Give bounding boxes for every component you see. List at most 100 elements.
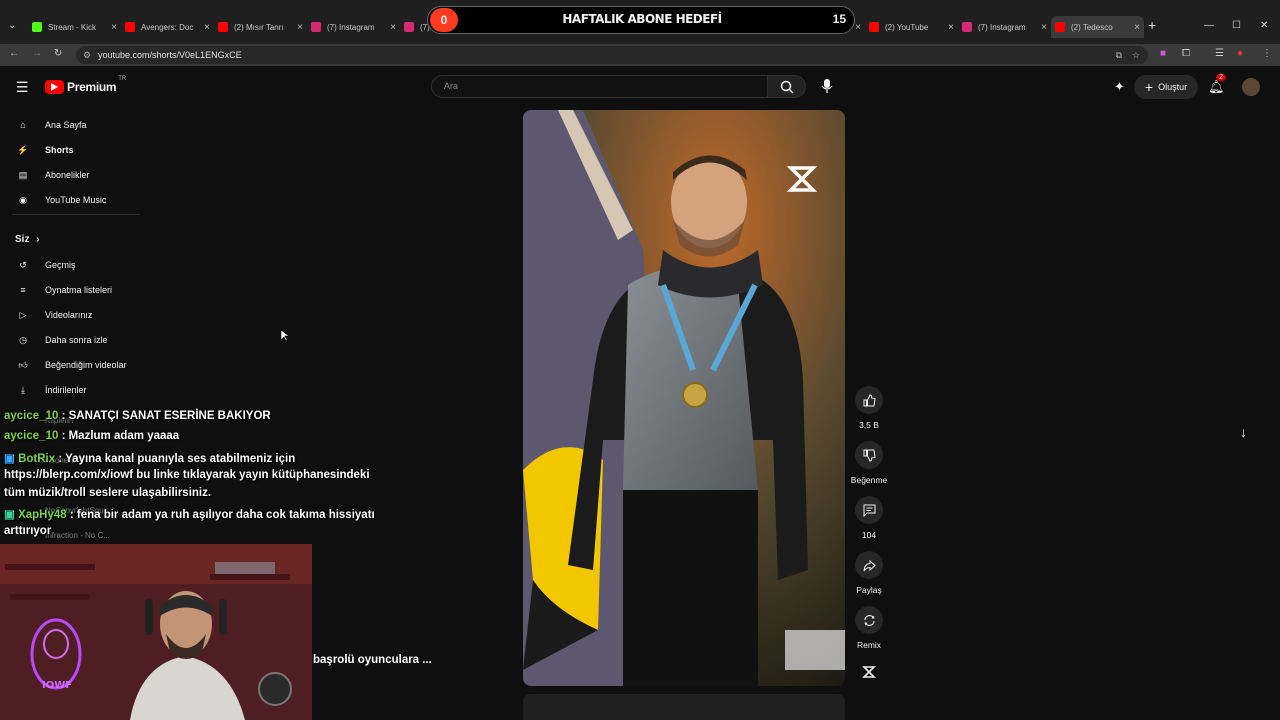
tab-favicon-icon bbox=[1055, 22, 1065, 32]
gemini-sparkle-icon[interactable]: ✦ bbox=[1114, 79, 1125, 95]
sidebar-item[interactable]: ▤ Abonelikler bbox=[0, 163, 140, 187]
sidebar-item-label: Videolarınız bbox=[45, 310, 93, 320]
tab-favicon-icon bbox=[404, 22, 414, 32]
voice-search-button[interactable] bbox=[820, 78, 834, 99]
tab-close-icon[interactable]: × bbox=[390, 22, 396, 33]
remix-button[interactable]: Remix bbox=[846, 606, 892, 650]
video-frame bbox=[523, 110, 845, 686]
url-text: youtube.com/shorts/V0eL1ENGxCE bbox=[98, 50, 242, 60]
browser-menu-icon[interactable]: ⋮ bbox=[1262, 48, 1272, 59]
extension-icon[interactable]: ■ bbox=[1160, 48, 1166, 59]
comments-button[interactable]: 104 bbox=[846, 496, 892, 540]
create-button[interactable]: + Oluştur bbox=[1134, 75, 1198, 99]
tab-favicon-icon bbox=[32, 22, 42, 32]
tab-favicon-icon bbox=[962, 22, 972, 32]
shorts-video-player[interactable] bbox=[523, 110, 845, 686]
chat-message: ▣ BotRix : Yayına kanal puanıyla ses ata… bbox=[4, 451, 295, 465]
tab-favicon-icon bbox=[311, 22, 321, 32]
avatar[interactable] bbox=[1242, 78, 1260, 96]
tab-label: (7) Instagram bbox=[327, 22, 375, 32]
sidebar-divider bbox=[12, 214, 140, 215]
tab-close-icon[interactable]: × bbox=[1134, 22, 1140, 33]
tab-close-icon[interactable]: × bbox=[297, 22, 303, 33]
sidebar-item[interactable]: ⌂ Ana Sayfa bbox=[0, 113, 140, 137]
youtube-logo[interactable]: Premium TR bbox=[45, 76, 126, 94]
tab-close-icon[interactable]: × bbox=[111, 22, 117, 33]
sidebar-item[interactable]: 👍︎ Beğendiğim videolar bbox=[0, 353, 140, 377]
browser-tab[interactable]: (2) YouTube × bbox=[865, 16, 958, 38]
sidebar-item[interactable]: ◉ YouTube Music bbox=[0, 188, 140, 212]
maximize-button[interactable]: ☐ bbox=[1232, 20, 1241, 31]
close-window-button[interactable]: ✕ bbox=[1260, 20, 1268, 31]
minimize-button[interactable]: — bbox=[1204, 20, 1214, 31]
browser-tab[interactable]: (2) Mısır Tanrı × bbox=[214, 16, 307, 38]
install-app-icon[interactable]: ⧉ bbox=[1116, 46, 1122, 64]
extensions-puzzle-icon[interactable]: ⧠ bbox=[1182, 48, 1190, 59]
next-video-arrow-icon[interactable]: ↓ bbox=[1240, 424, 1247, 440]
tab-close-icon[interactable]: × bbox=[1041, 22, 1047, 33]
tab-favicon-icon bbox=[869, 22, 879, 32]
address-bar[interactable]: ⚙ youtube.com/shorts/V0eL1ENGxCE ⧉ ☆ bbox=[76, 46, 1148, 64]
webcam-frame: IOWF bbox=[0, 544, 312, 720]
playlists-icon: ≡ bbox=[20, 285, 26, 295]
forward-icon[interactable]: → bbox=[32, 48, 42, 59]
new-tab-button[interactable]: + bbox=[1148, 17, 1156, 33]
site-info-icon[interactable]: ⚙ bbox=[83, 46, 91, 64]
like-button[interactable]: 3,5 B bbox=[846, 386, 892, 430]
sidebar-item[interactable]: ≡ Oynatma listeleri bbox=[0, 278, 140, 302]
reload-icon[interactable]: ↻ bbox=[54, 48, 62, 59]
sidebar-item[interactable]: ◷ Daha sonra izle bbox=[0, 328, 140, 352]
tab-label: Stream - Kick bbox=[48, 22, 97, 32]
search-icon bbox=[780, 80, 794, 94]
chat-text: : SANATÇI SANAT ESERİNE BAKIYOR bbox=[58, 410, 271, 422]
tab-close-icon[interactable]: × bbox=[948, 22, 954, 33]
sidebar-item[interactable]: ⚡ Shorts bbox=[0, 138, 140, 162]
you-section-header[interactable]: Siz › bbox=[15, 234, 40, 245]
dislike-button[interactable]: Beğenme bbox=[846, 441, 892, 485]
sidebar-item[interactable]: ▷ Videolarınız bbox=[0, 303, 140, 327]
browser-tab[interactable]: (7) Instagram × bbox=[958, 16, 1051, 38]
notification-badge: 2 bbox=[1216, 74, 1226, 81]
browser-tab[interactable]: (7) Instagram × bbox=[307, 16, 400, 38]
subscriptions-icon: ▤ bbox=[18, 169, 28, 180]
chat-badge-icon: ▣ bbox=[4, 453, 19, 465]
share-label: Paylaş bbox=[856, 585, 882, 595]
browser-tab[interactable]: (2) Tedesco × bbox=[1051, 16, 1144, 38]
browser-tab[interactable]: Stream - Kick × bbox=[28, 16, 121, 38]
chat-message: ▣ XapHy48 : fena bir adam ya ruh aşılıyo… bbox=[4, 507, 375, 521]
tab-label: (7) Instagram bbox=[978, 22, 1026, 32]
search-input[interactable]: Ara bbox=[431, 75, 768, 98]
tab-favicon-icon bbox=[218, 22, 228, 32]
share-icon bbox=[863, 559, 876, 571]
chat-text: tüm müzik/troll seslere ulaşabilirsiniz. bbox=[4, 487, 212, 499]
watch-later-icon: ◷ bbox=[19, 334, 27, 345]
channel-avatar[interactable] bbox=[862, 665, 876, 684]
browser-tab[interactable]: Avengers: Doc × bbox=[121, 16, 214, 38]
profile-icon[interactable]: ● bbox=[1237, 48, 1243, 59]
bookmark-star-icon[interactable]: ☆ bbox=[1132, 46, 1140, 64]
tab-label: (2) YouTube bbox=[885, 22, 929, 32]
guide-menu-icon[interactable]: ☰ bbox=[16, 79, 29, 96]
notifications-button[interactable]: 🔔︎ 2 bbox=[1208, 74, 1226, 96]
sidebar-item[interactable]: ⤓ İndirilenler bbox=[0, 378, 140, 402]
back-icon[interactable]: ← bbox=[9, 48, 19, 59]
youtube-masthead: ☰ Premium TR Ara ✦ + Oluştur 🔔︎ 2 bbox=[0, 66, 1280, 110]
sidebar-item-label: Daha sonra izle bbox=[45, 335, 108, 345]
sidebar-item-label: Geçmiş bbox=[45, 260, 76, 270]
thumbs-down-icon bbox=[863, 449, 876, 462]
chat-username: BotRix bbox=[18, 453, 56, 465]
tab-close-icon[interactable]: × bbox=[204, 22, 210, 33]
share-button[interactable]: Paylaş bbox=[846, 551, 892, 595]
next-short-preview[interactable] bbox=[523, 694, 845, 720]
reading-list-icon[interactable]: ☰ bbox=[1215, 48, 1224, 59]
sidebar-item[interactable]: ↺ Geçmiş bbox=[0, 253, 140, 277]
tab-search-icon[interactable]: ⌄ bbox=[8, 20, 16, 31]
tab-close-icon[interactable]: × bbox=[855, 22, 861, 33]
chat-text: arttırıyor bbox=[4, 525, 52, 537]
youtube-play-icon bbox=[45, 80, 64, 94]
search-button[interactable] bbox=[767, 75, 806, 98]
logo-region: TR bbox=[118, 76, 127, 82]
sidebar-item-label: Abonelikler bbox=[45, 170, 90, 180]
chat-username: aycice_10 bbox=[4, 430, 59, 442]
bell-icon: 🔔︎ bbox=[1208, 79, 1225, 94]
